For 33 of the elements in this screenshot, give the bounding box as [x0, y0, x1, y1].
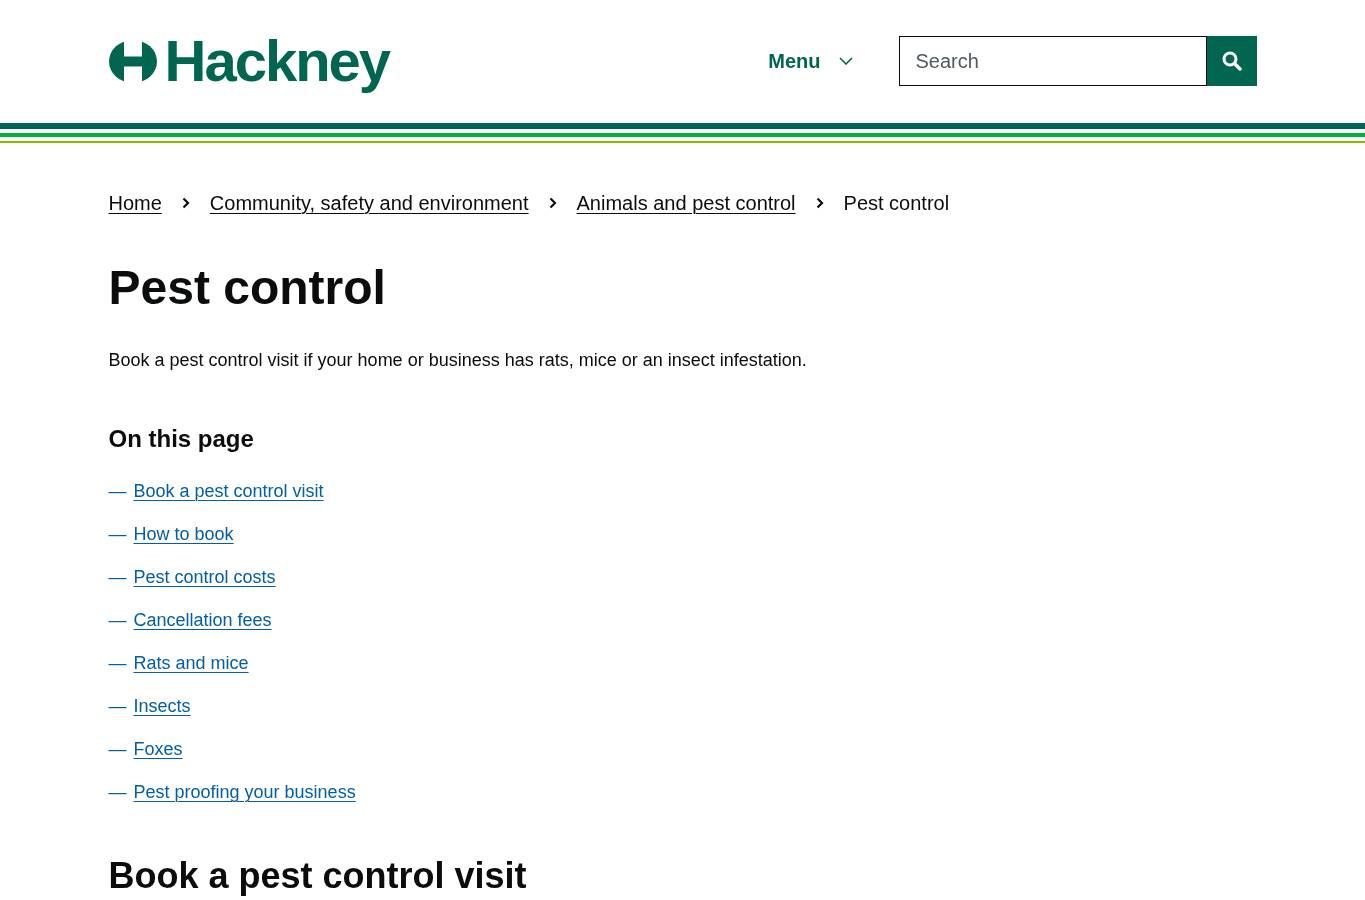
contents-link[interactable]: Pest control costs [133, 564, 276, 591]
search-field[interactable]: Search [898, 36, 1207, 86]
contents-link[interactable]: Cancellation fees [133, 607, 272, 634]
breadcrumb-link[interactable]: Animals and pest control [576, 188, 796, 218]
contents-link[interactable]: Book a pest control visit [133, 478, 324, 505]
logo-link[interactable]: Hackney [108, 31, 390, 91]
list-dash: — [108, 781, 127, 804]
chevron-right-icon [815, 197, 824, 209]
contents-link[interactable]: Pest proofing your business [133, 779, 356, 806]
list-dash: — [108, 609, 127, 632]
search-button[interactable] [1206, 36, 1257, 86]
list-dash: — [108, 480, 127, 503]
page-title: Pest control [108, 260, 387, 316]
list-dash: — [108, 695, 127, 718]
contents-link[interactable]: Insects [133, 693, 191, 720]
chevron-right-icon [548, 197, 557, 209]
contents-heading: On this page [108, 424, 255, 454]
section-heading: Book a pest control visit [108, 854, 528, 897]
list-dash: — [108, 566, 127, 589]
contents-link[interactable]: How to book [133, 521, 234, 548]
list-dash: — [108, 738, 127, 761]
search-icon [1221, 51, 1242, 71]
breadcrumb-link[interactable]: Community, safety and environment [209, 188, 529, 218]
breadcrumb-link[interactable]: Home [108, 188, 162, 218]
list-dash: — [108, 523, 127, 546]
intro-text: Book a pest control visit if your home or business has rats, mice or an insect infestation. [108, 349, 808, 372]
breadcrumb-current: Pest control [843, 191, 950, 216]
contents-link[interactable]: Rats and mice [133, 650, 249, 677]
contents-link[interactable]: Foxes [133, 736, 183, 763]
menu-button[interactable]: Menu [768, 36, 853, 86]
list-dash: — [108, 652, 127, 675]
chevron-right-icon [181, 197, 190, 209]
h-emblem-icon [108, 39, 157, 83]
